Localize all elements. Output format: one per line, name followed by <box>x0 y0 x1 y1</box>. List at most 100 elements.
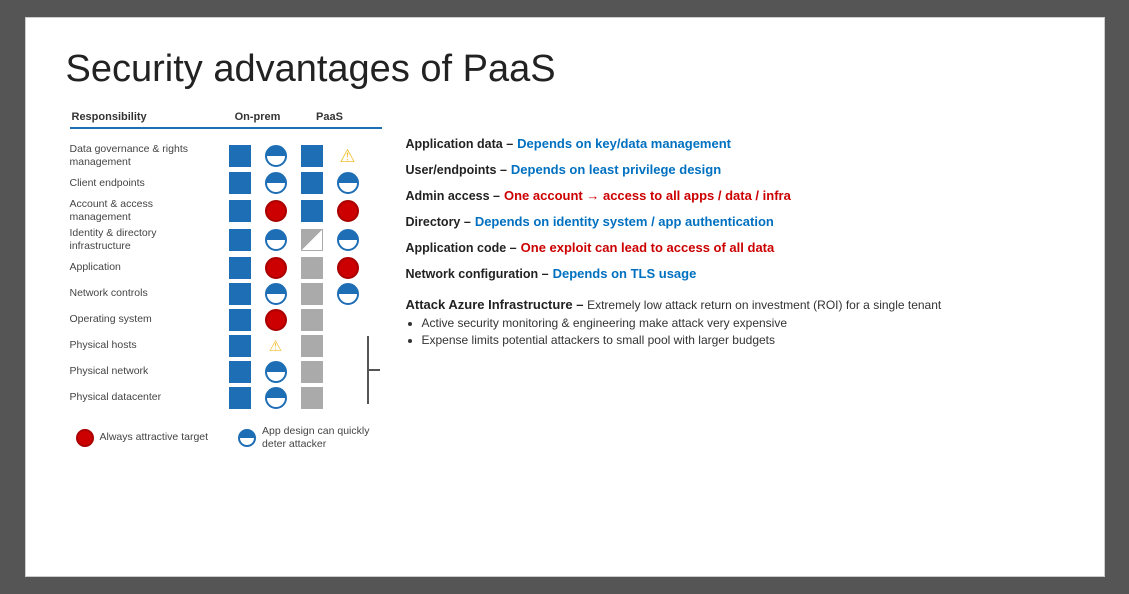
gray-square-icon <box>301 257 323 279</box>
onprem-icon-cell <box>258 170 294 196</box>
blue-half-icon <box>265 145 287 167</box>
red-circle-icon <box>265 200 287 222</box>
legend-label-red: Always attractive target <box>100 431 209 445</box>
bracket-cell <box>366 196 386 225</box>
attack-title: Attack Azure Infrastructure – <box>406 297 588 312</box>
onprem-icon-cell <box>222 359 258 385</box>
header-divider <box>70 127 382 129</box>
blue-square-icon <box>229 257 251 279</box>
blue-square-icon <box>229 361 251 383</box>
right-item-label: Admin access – <box>406 189 501 204</box>
row-label: Operating system <box>66 307 222 333</box>
row-label: Physical network <box>66 359 222 385</box>
paas-icon-cell: ⚠ <box>330 141 366 170</box>
attack-bullet: Expense limits potential attackers to sm… <box>422 333 1064 347</box>
red-circle-icon <box>337 257 359 279</box>
right-item-value: Depends on identity system / app authent… <box>475 214 774 230</box>
paas-icon-cell <box>294 281 330 307</box>
onprem-icon-cell <box>258 196 294 225</box>
onprem-icon-cell <box>258 281 294 307</box>
blue-square-icon <box>229 335 251 357</box>
right-item-value: Depends on least privilege design <box>511 162 721 178</box>
paas-icon-cell <box>294 333 330 359</box>
paas-icon-cell <box>330 385 366 411</box>
right-item-label: Application code – <box>406 241 517 256</box>
onprem-icon-cell <box>222 307 258 333</box>
right-items-container: Application data – Depends on key/data m… <box>406 131 1064 287</box>
onprem-icon-cell <box>222 141 258 170</box>
gray-square-icon <box>301 335 323 357</box>
right-item-label: Network configuration – <box>406 267 549 282</box>
paas-icon-cell <box>294 359 330 385</box>
col-header-onprem: On-prem <box>222 109 294 125</box>
gray-square-icon <box>301 361 323 383</box>
bracket-cell <box>366 307 386 333</box>
blue-half-icon <box>265 361 287 383</box>
row-label: Data governance & rights management <box>66 141 222 170</box>
row-label: Network controls <box>66 281 222 307</box>
onprem-icon-cell <box>222 196 258 225</box>
red-circle-icon <box>337 200 359 222</box>
bracket-cell <box>366 225 386 254</box>
paas-icon-cell <box>294 307 330 333</box>
onprem-icon-cell <box>258 141 294 170</box>
col-header-responsibility: Responsibility <box>66 109 222 125</box>
blue-square-icon <box>229 172 251 194</box>
paas-icon-cell <box>330 307 366 333</box>
paas-icon-cell <box>294 255 330 281</box>
blue-half-legend-icon <box>238 429 256 447</box>
right-item-label: Directory – <box>406 215 471 230</box>
paas-icon-cell <box>330 281 366 307</box>
attack-bullet: Active security monitoring & engineering… <box>422 316 1064 330</box>
red-circle-icon <box>265 309 287 331</box>
onprem-icon-cell <box>222 385 258 411</box>
paas-icon-cell <box>330 359 366 385</box>
right-item-label: User/endpoints – <box>406 163 507 178</box>
slide: Security advantages of PaaS Responsibili… <box>25 17 1105 577</box>
blue-square-icon <box>229 229 251 251</box>
onprem-icon-cell <box>222 333 258 359</box>
row-label: Identity & directory infrastructure <box>66 225 222 254</box>
col-header-paas: PaaS <box>294 109 366 125</box>
paas-icon-cell <box>294 385 330 411</box>
onprem-icon-cell <box>222 170 258 196</box>
red-circle-legend-icon <box>76 429 94 447</box>
right-item-value: One exploit can lead to access of all da… <box>521 240 775 256</box>
content-area: Responsibility On-prem PaaS Data governa… <box>66 109 1064 452</box>
right-item: Directory – Depends on identity system /… <box>406 209 1064 235</box>
onprem-icon-cell <box>258 255 294 281</box>
blue-square-icon <box>229 145 251 167</box>
right-item: User/endpoints – Depends on least privil… <box>406 157 1064 183</box>
legend-label-blue: App design can quickly deter attacker <box>262 425 382 452</box>
row-label: Account & access management <box>66 196 222 225</box>
right-item: Application data – Depends on key/data m… <box>406 131 1064 157</box>
paas-icon-cell <box>294 141 330 170</box>
right-item: Application code – One exploit can lead … <box>406 235 1064 261</box>
row-label: Physical datacenter <box>66 385 222 411</box>
onprem-icon-cell <box>258 359 294 385</box>
onprem-icon-cell <box>258 385 294 411</box>
blue-half-icon <box>265 283 287 305</box>
red-circle-icon <box>265 257 287 279</box>
paas-icon-cell <box>330 333 366 359</box>
gray-square-icon <box>301 309 323 331</box>
paas-icon-cell <box>294 196 330 225</box>
gray-square-icon <box>301 387 323 409</box>
right-item-value: Depends on TLS usage <box>553 266 697 282</box>
onprem-icon-cell <box>222 281 258 307</box>
right-item-value: Depends on key/data management <box>517 136 731 152</box>
blue-half-icon <box>265 229 287 251</box>
warning-small-icon: ⚠ <box>269 337 282 355</box>
attack-description: Extremely low attack return on investmen… <box>587 298 941 312</box>
col-header-bracket <box>366 109 386 125</box>
blue-half-icon <box>337 172 359 194</box>
gray-square-icon <box>301 283 323 305</box>
warning-icon: ⚠ <box>339 147 355 165</box>
onprem-icon-cell <box>258 307 294 333</box>
blue-half-icon <box>337 283 359 305</box>
attack-bullets-list: Active security monitoring & engineering… <box>406 316 1064 347</box>
blue-square-icon <box>229 283 251 305</box>
bracket-cell <box>366 281 386 307</box>
table-section: Responsibility On-prem PaaS Data governa… <box>66 109 386 452</box>
bracket-cell <box>366 255 386 281</box>
